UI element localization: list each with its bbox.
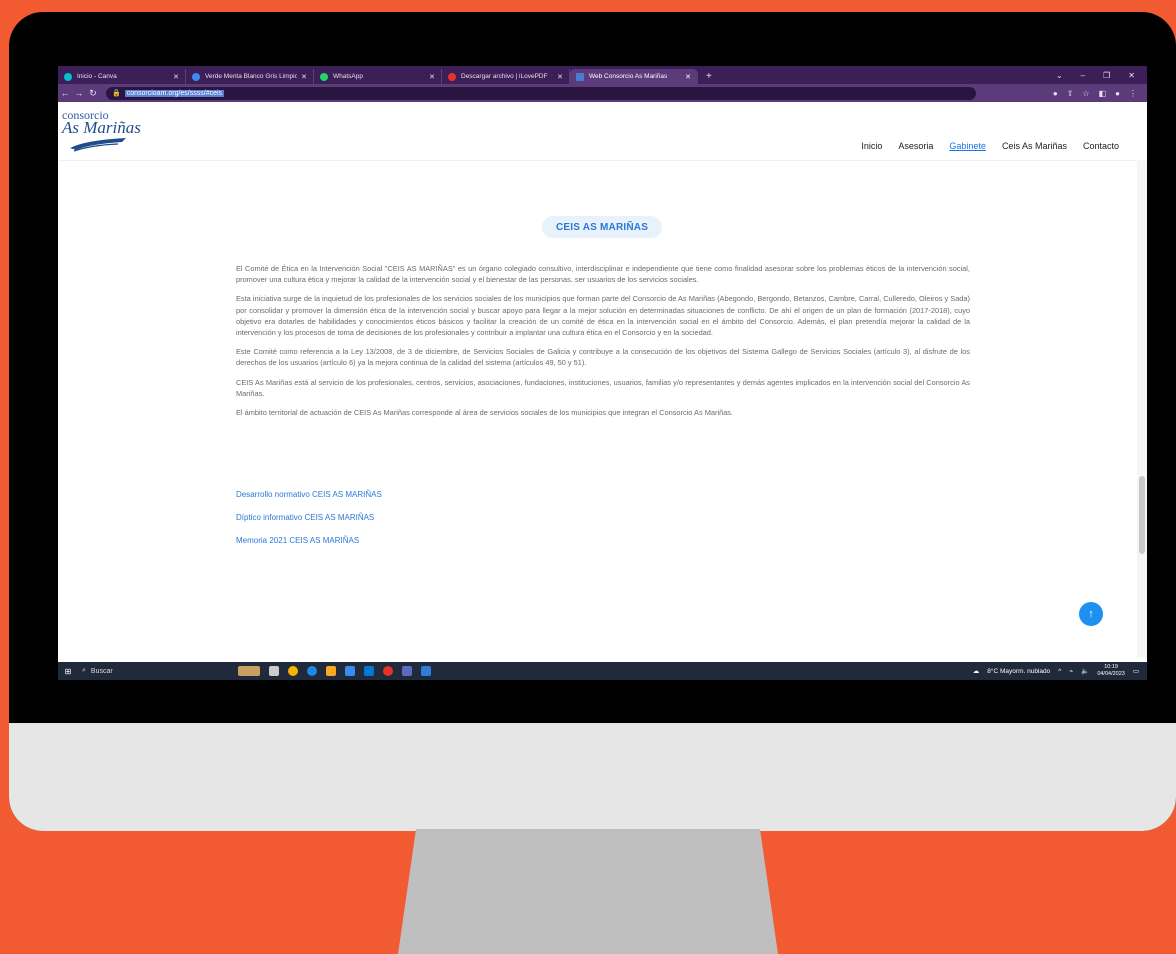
widgets-icon[interactable] [238, 666, 260, 676]
tab-title: WhatsApp [333, 73, 363, 80]
sidepanel-icon[interactable]: ◧ [1099, 89, 1107, 98]
search-icon: ⌕ [82, 667, 86, 674]
description-text: El Comité de Ética en la Intervención So… [236, 263, 970, 426]
scroll-to-top-button[interactable]: ↑ [1079, 602, 1103, 626]
clock[interactable]: 10:19 04/04/2023 [1097, 664, 1125, 678]
bookmark-star-icon[interactable]: ☆ [1082, 89, 1089, 98]
main-content: CEIS AS MARIÑAS El Comité de Ética en la… [236, 160, 970, 658]
restore-icon[interactable]: ❐ [1103, 71, 1110, 80]
tab-title: Inicio - Canva [77, 73, 117, 80]
monitor-frame: Inicio - Canva ✕ Verde Menta Blanco Gris… [9, 12, 1176, 831]
browser-tab[interactable]: WhatsApp ✕ [314, 69, 442, 84]
chrome-profile-icon[interactable] [383, 666, 393, 676]
task-view-icon[interactable] [269, 666, 279, 676]
store-icon[interactable] [345, 666, 355, 676]
windows-taskbar: ⊞ ⌕ Buscar ☁ 8°C Mayorm. nublado ^ ⌁ 🔈 1… [58, 662, 1147, 680]
reload-icon[interactable]: ↻ [86, 88, 100, 99]
nav-contacto[interactable]: Contacto [1083, 141, 1119, 151]
nav-asesoria[interactable]: Asesoria [898, 141, 933, 151]
tab-favicon-icon [192, 72, 200, 81]
edge-icon[interactable] [307, 666, 317, 676]
page-scrollbar[interactable] [1137, 160, 1147, 658]
close-window-icon[interactable]: ✕ [1128, 71, 1135, 80]
browser-toolbar: ● ⇪ ☆ ◧ ● ⋮ [1053, 89, 1147, 98]
tab-title: Descargar archivo | iLovePDF [461, 73, 548, 80]
tab-close-icon[interactable]: ✕ [173, 73, 179, 81]
url-text[interactable]: consorcioam.org/es/ssss/#ceis [124, 89, 225, 97]
monitor-stand [398, 829, 778, 954]
back-icon[interactable]: ← [58, 88, 72, 98]
browser-tab-bar: Inicio - Canva ✕ Verde Menta Blanco Gris… [58, 66, 1147, 84]
taskbar-search[interactable]: ⌕ Buscar [78, 664, 152, 678]
document-links: Desarrollo normativo CEIS AS MARIÑAS Díp… [236, 490, 382, 559]
forward-icon[interactable]: → [72, 88, 86, 98]
tab-favicon-icon [320, 72, 328, 81]
screen: Inicio - Canva ✕ Verde Menta Blanco Gris… [58, 66, 1147, 680]
tab-close-icon[interactable]: ✕ [557, 73, 563, 81]
browser-tab[interactable]: Descargar archivo | iLovePDF ✕ [442, 69, 570, 84]
mail-icon[interactable] [364, 666, 374, 676]
profile-avatar-icon[interactable]: ● [1115, 89, 1120, 98]
scrollbar-thumb[interactable] [1139, 476, 1145, 554]
site-logo[interactable]: consorcio As Mariñas [62, 108, 142, 156]
extension-icon[interactable]: ● [1053, 89, 1058, 98]
window-controls: ⌄ – ❐ ✕ [1056, 66, 1147, 84]
paragraph: El Comité de Ética en la Intervención So… [236, 264, 970, 285]
paragraph: Este Comité como referencia a la Ley 13/… [236, 347, 970, 368]
file-explorer-icon[interactable] [326, 666, 336, 676]
page-title: CEIS AS MARIÑAS [542, 216, 663, 238]
tab-close-icon[interactable]: ✕ [301, 73, 307, 81]
weather-text[interactable]: 8°C Mayorm. nublado [987, 668, 1050, 675]
tab-close-icon[interactable]: ✕ [429, 73, 435, 81]
paragraph: Esta iniciativa surge de la inquietud de… [236, 294, 970, 338]
link-diptico-informativo[interactable]: Díptico informativo CEIS AS MARIÑAS [236, 513, 382, 536]
volume-icon[interactable]: 🔈 [1081, 667, 1089, 675]
tab-favicon-icon [448, 72, 456, 81]
share-icon[interactable]: ⇪ [1067, 89, 1074, 98]
taskbar-apps [238, 666, 431, 676]
logo-text-main: As Mariñas [62, 118, 141, 137]
link-desarrollo-normativo[interactable]: Desarrollo normativo CEIS AS MARIÑAS [236, 490, 382, 513]
arrow-up-icon: ↑ [1088, 608, 1094, 620]
system-tray: ☁ 8°C Mayorm. nublado ^ ⌁ 🔈 10:19 04/04/… [973, 664, 1147, 678]
notifications-icon[interactable]: ▭ [1133, 667, 1139, 675]
windows-start-icon[interactable]: ⊞ [58, 667, 78, 676]
app-icon[interactable] [402, 666, 412, 676]
photos-icon[interactable] [421, 666, 431, 676]
url-input[interactable]: 🔒 consorcioam.org/es/ssss/#ceis [106, 86, 976, 100]
weather-icon[interactable]: ☁ [973, 667, 980, 675]
minimize-icon[interactable]: – [1081, 71, 1085, 80]
paragraph: CEIS As Mariñas está al servicio de los … [236, 377, 970, 398]
lock-icon[interactable]: 🔒 [112, 89, 121, 97]
tray-chevron-icon[interactable]: ^ [1058, 668, 1061, 675]
tab-close-icon[interactable]: ✕ [685, 73, 691, 81]
tab-favicon-icon [64, 72, 72, 81]
browser-address-bar: ← → ↻ 🔒 consorcioam.org/es/ssss/#ceis ● … [58, 84, 1147, 102]
tab-search-icon[interactable]: ⌄ [1056, 71, 1063, 80]
browser-tab[interactable]: Verde Menta Blanco Gris Limpio ✕ [186, 69, 314, 84]
clock-time: 10:19 [1104, 664, 1118, 670]
nav-gabinete[interactable]: Gabinete [949, 141, 986, 151]
browser-tab[interactable]: Inicio - Canva ✕ [58, 69, 186, 84]
clock-date: 04/04/2023 [1097, 671, 1125, 677]
link-memoria-2021[interactable]: Memoria 2021 CEIS AS MARIÑAS [236, 536, 382, 559]
browser-tab-active[interactable]: Web Consorcio As Mariñas ✕ [570, 69, 698, 84]
site-header: consorcio As Mariñas Inicio Asesoria Gab… [58, 102, 1147, 161]
monitor-chin [9, 723, 1176, 831]
site-nav: Inicio Asesoria Gabinete Ceis As Mariñas… [861, 141, 1119, 151]
network-icon[interactable]: ⌁ [1069, 667, 1073, 675]
tab-title: Web Consorcio As Mariñas [589, 73, 668, 80]
nav-inicio[interactable]: Inicio [861, 141, 882, 151]
logo-waves-icon [70, 138, 126, 152]
tab-title: Verde Menta Blanco Gris Limpio [205, 73, 298, 80]
tab-favicon-icon [576, 72, 584, 81]
paragraph: El ámbito territorial de actuación de CE… [236, 408, 734, 418]
menu-kebab-icon[interactable]: ⋮ [1129, 89, 1137, 98]
nav-ceis-as-marinas[interactable]: Ceis As Mariñas [1002, 141, 1067, 151]
new-tab-icon[interactable]: + [698, 71, 720, 84]
search-label: Buscar [90, 667, 113, 675]
chrome-icon[interactable] [288, 666, 298, 676]
